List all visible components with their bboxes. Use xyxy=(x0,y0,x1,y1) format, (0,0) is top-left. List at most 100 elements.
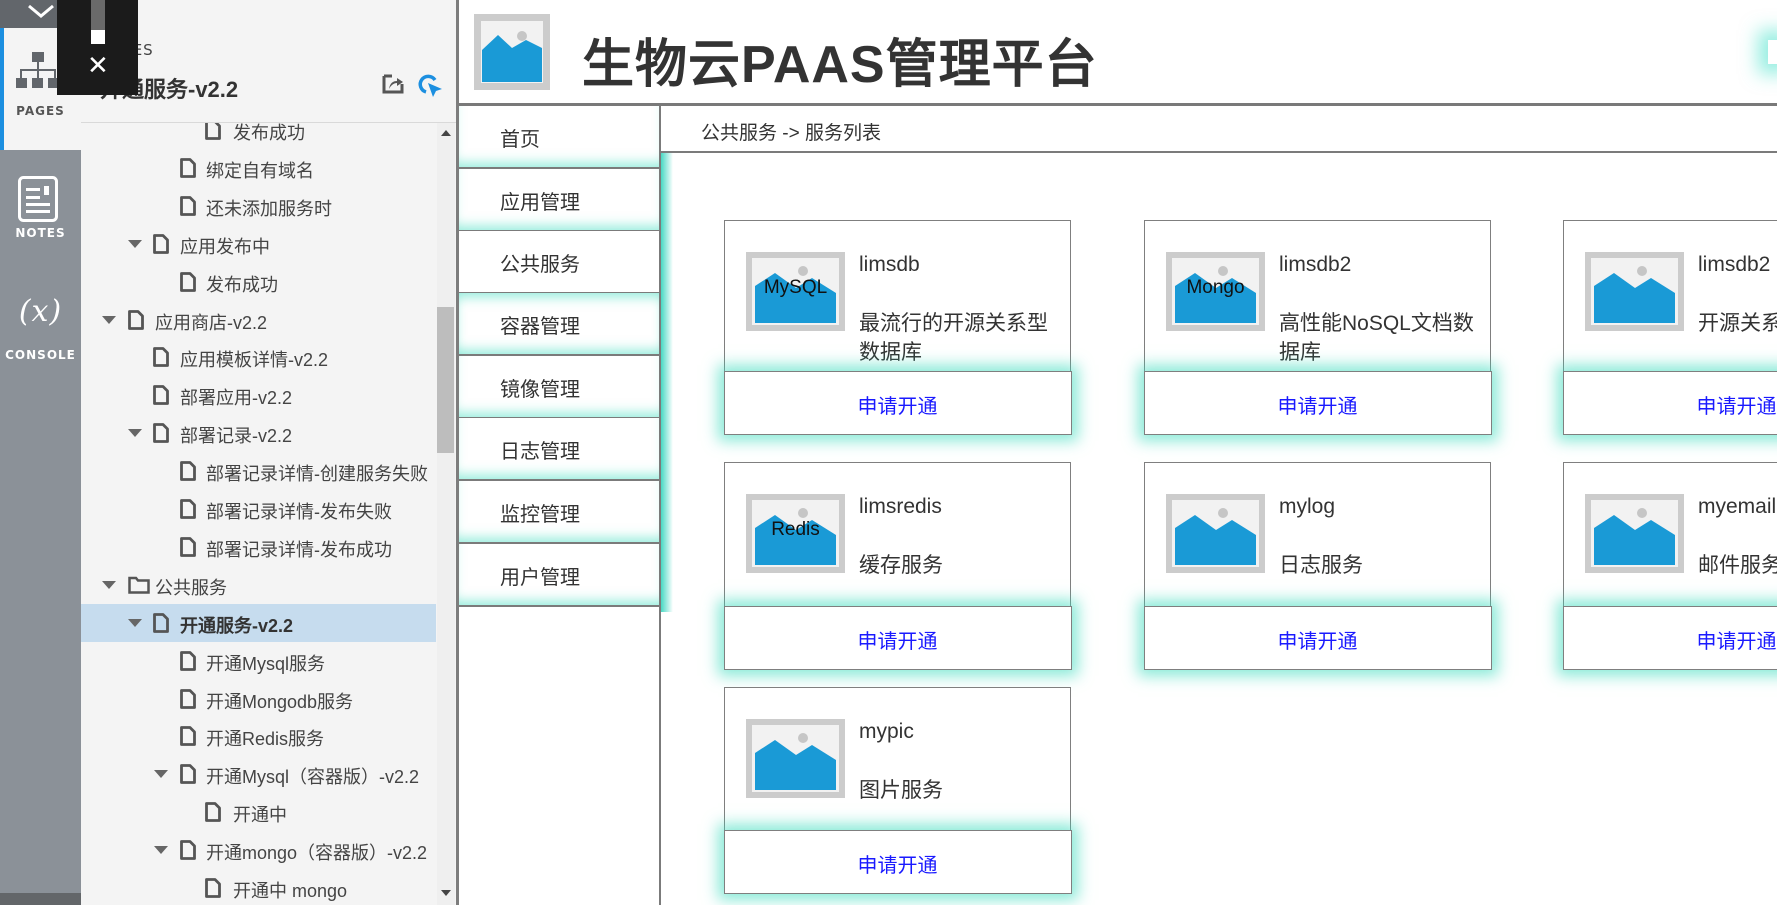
main-nav: 首页 应用管理 公共服务 容器管理 镜像管理 日志管理 监控管理 用户管理 xyxy=(459,106,661,905)
tree-row[interactable]: 开通服务-v2.2 xyxy=(81,603,436,642)
tree-row[interactable]: 应用发布中 xyxy=(81,225,436,263)
expand-toggle-icon[interactable] xyxy=(128,618,142,627)
tree-row[interactable]: 发布成功 xyxy=(81,263,436,301)
expand-toggle-icon[interactable] xyxy=(154,846,168,855)
overlay-square xyxy=(91,30,105,44)
card-image-label: MySQL xyxy=(763,277,828,298)
tree-row-label: 应用发布中 xyxy=(180,236,270,257)
tree-row[interactable]: 应用商店-v2.2 xyxy=(81,301,436,339)
tree-row[interactable]: 应用模板详情-v2.2 xyxy=(81,338,436,376)
tree-scrollbar-thumb[interactable] xyxy=(437,307,454,453)
nav-item[interactable]: 日志管理 xyxy=(459,418,660,481)
tree-row-label: 开通服务-v2.2 xyxy=(180,615,294,636)
tree-row-label: 部署记录详情-发布失败 xyxy=(206,502,392,522)
apply-button[interactable]: 申请开通 xyxy=(1143,605,1492,670)
scroll-up-arrow-icon[interactable] xyxy=(441,130,451,136)
tree-row[interactable]: 发布成功 xyxy=(81,123,436,149)
tree-row[interactable]: 开通中 xyxy=(81,793,436,831)
tree-row[interactable]: 部署记录详情-发布失败 xyxy=(81,490,436,528)
page-icon xyxy=(180,650,196,671)
tree-row[interactable]: 开通中 mongo xyxy=(81,869,436,905)
page-icon xyxy=(205,802,221,823)
page-icon xyxy=(180,536,196,557)
apply-button[interactable]: 申请开通 xyxy=(1562,370,1777,435)
service-card: MySQL limsdb 最流行的开源关系型数据库 申请开通 xyxy=(723,220,1072,435)
page-icon xyxy=(180,461,196,481)
service-description: 最流行的开源关系型数据库 xyxy=(859,312,1048,364)
apply-button[interactable]: 申请开通 xyxy=(1143,370,1492,435)
service-card: Mongo limsdb2 高性能NoSQL文档数据库 申请开通 xyxy=(1143,220,1492,435)
nav-item[interactable]: 镜像管理 xyxy=(459,356,660,419)
overlay-bar xyxy=(91,0,105,30)
tree-row[interactable]: 开通Mysql服务 xyxy=(81,642,436,680)
nav-glow xyxy=(661,152,673,612)
service-description: 开源关系 xyxy=(1698,312,1777,335)
breadcrumb: 公共服务 -> 服务列表 xyxy=(661,106,1777,153)
close-icon[interactable]: ✕ xyxy=(87,53,109,79)
page-icon xyxy=(180,157,196,178)
tree-row[interactable]: 开通mongo（容器版）-v2.2 xyxy=(81,831,436,869)
tree-row[interactable]: 部署记录详情-创建服务失败 xyxy=(81,452,436,490)
nav-item[interactable]: 监控管理 xyxy=(459,481,660,544)
apply-button[interactable]: 申请开通 xyxy=(723,829,1072,894)
service-description: 高性能NoSQL文档数据库 xyxy=(1279,312,1474,364)
expand-toggle-icon[interactable] xyxy=(128,429,142,438)
pages-panel: PAGES 开通服务-v2.2 发布成功绑定自有域名还未添加服务时应用发布中发布… xyxy=(81,0,456,905)
expand-toggle-icon[interactable] xyxy=(102,315,116,324)
tree-row[interactable]: 公共服务 xyxy=(81,566,436,604)
tree-row-label: 开通中 mongo xyxy=(233,881,348,901)
tree-row-label: 发布成功 xyxy=(206,274,278,295)
service-card: myemail 邮件服务 申请开通 xyxy=(1562,462,1777,670)
nav-item[interactable]: 用户管理 xyxy=(459,544,660,607)
tree-row[interactable]: 开通Redis服务 xyxy=(81,717,436,755)
expand-toggle-icon[interactable] xyxy=(128,239,142,248)
page-icon xyxy=(205,123,221,140)
page-icon xyxy=(153,347,169,368)
service-name: myemail xyxy=(1698,495,1777,518)
tree-row-label: 开通Mysql服务 xyxy=(206,653,326,674)
rail-footer xyxy=(0,893,81,905)
tree-row-label: 应用商店-v2.2 xyxy=(155,312,268,333)
tree-row[interactable]: 部署记录详情-发布成功 xyxy=(81,528,436,566)
image-placeholder-icon xyxy=(746,719,845,798)
popout-icon[interactable] xyxy=(382,74,404,94)
nav-item[interactable]: 首页 xyxy=(459,106,660,169)
floating-toolbar-overlay: ✕ xyxy=(57,0,138,95)
folder-icon xyxy=(128,576,150,594)
tree-row[interactable]: 部署记录-v2.2 xyxy=(81,414,436,452)
card-image-label: Redis xyxy=(771,519,820,540)
expand-toggle-icon[interactable] xyxy=(102,580,116,589)
tree-row[interactable]: 开通Mysql（容器版）-v2.2 xyxy=(81,755,436,793)
page-icon xyxy=(205,878,221,898)
page-icon xyxy=(180,840,196,860)
tree-row[interactable]: 部署应用-v2.2 xyxy=(81,376,436,414)
page-icon xyxy=(153,612,169,633)
rail-tab-notes[interactable]: NOTES xyxy=(0,150,81,272)
cursor-select-icon[interactable] xyxy=(417,73,443,99)
apply-button[interactable]: 申请开通 xyxy=(1562,605,1777,670)
nav-item[interactable]: 容器管理 xyxy=(459,293,660,356)
nav-item[interactable]: 应用管理 xyxy=(459,169,660,232)
tree-row[interactable]: 开通Mongodb服务 xyxy=(81,680,436,718)
rail-tab-console[interactable]: (x) CONSOLE xyxy=(0,272,81,394)
expand-toggle-icon[interactable] xyxy=(154,770,168,779)
scroll-down-arrow-icon[interactable] xyxy=(441,890,451,896)
image-placeholder-icon xyxy=(474,14,550,90)
tree-row[interactable]: 绑定自有域名 xyxy=(81,149,436,187)
image-placeholder-icon xyxy=(1166,494,1265,573)
rail-tab-label: PAGES xyxy=(16,104,65,118)
tree-row-label: 还未添加服务时 xyxy=(206,198,332,219)
service-description: 图片服务 xyxy=(859,779,943,802)
service-description: 缓存服务 xyxy=(859,554,943,577)
page-icon xyxy=(180,271,196,292)
apply-button[interactable]: 申请开通 xyxy=(723,370,1072,435)
sitemap-icon xyxy=(16,52,59,88)
apply-button[interactable]: 申请开通 xyxy=(723,605,1072,670)
tree-row-label: 开通Redis服务 xyxy=(206,729,325,750)
nav-item[interactable]: 公共服务 xyxy=(459,231,660,294)
page-icon xyxy=(180,726,196,747)
tree-row[interactable]: 还未添加服务时 xyxy=(81,187,436,225)
header-edit-widget[interactable] xyxy=(1768,40,1777,64)
card-image-label: Mongo xyxy=(1186,277,1245,298)
tree-scrollbar[interactable] xyxy=(437,123,455,905)
